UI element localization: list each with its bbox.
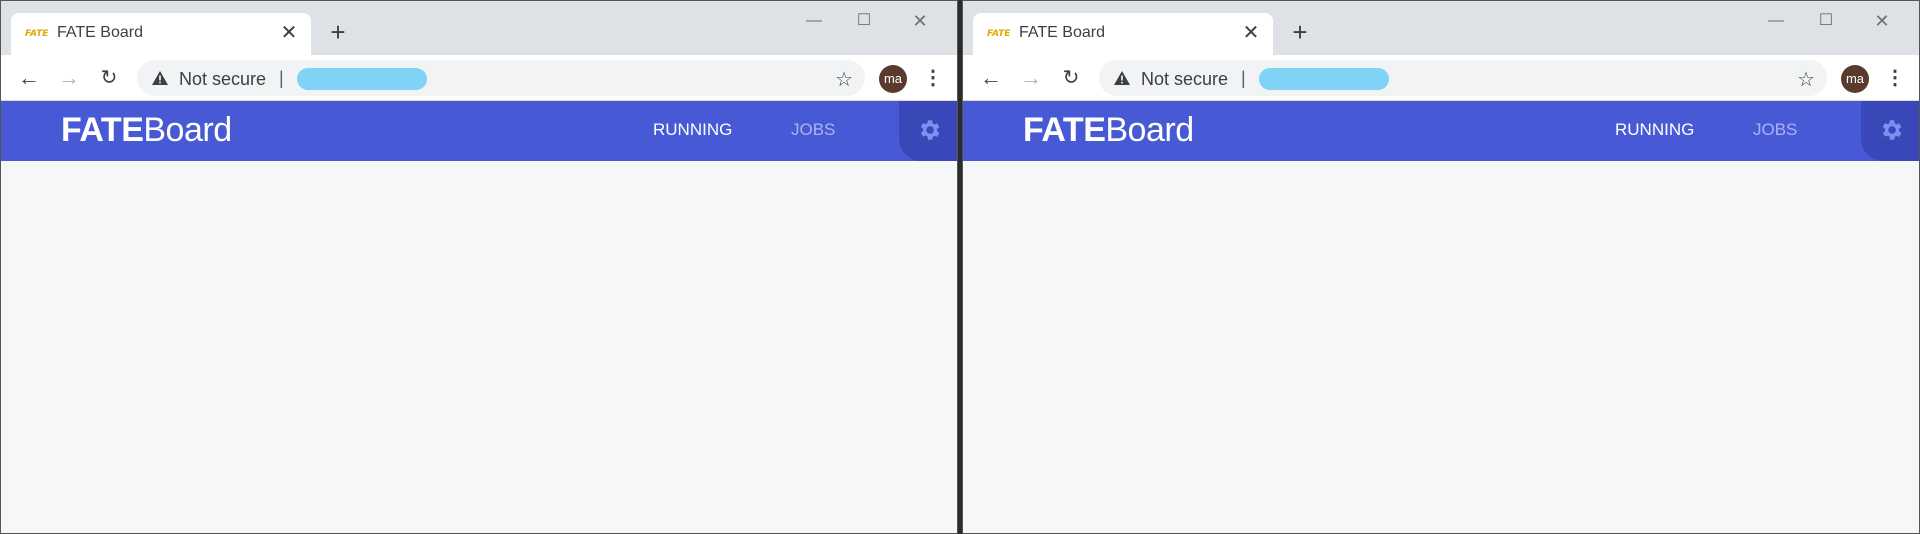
reload-icon[interactable]: ↻ [95,64,123,92]
minimize-icon[interactable]: — [791,9,837,33]
url-separator: | [1241,68,1246,88]
gear-icon [920,120,940,140]
tab-title: FATE Board [1019,24,1105,41]
nav-jobs[interactable]: JOBS [791,120,835,140]
minimize-icon[interactable]: — [1753,9,1799,33]
browser-window-left: FATE FATE Board ✕ + — ☐ ✕ ← → ↻ Not secu… [0,0,958,534]
browser-toolbar: ← → ↻ Not secure | ☆ ma ⋮ [1,55,957,101]
maximize-icon[interactable]: ☐ [841,9,887,33]
fateboard-logo[interactable]: FATEBoard [61,111,232,150]
reload-icon[interactable]: ↻ [1057,64,1085,92]
fate-favicon-icon: FATE [25,29,49,39]
settings-button[interactable] [1861,101,1919,161]
security-label[interactable]: Not secure [179,69,266,90]
kebab-menu-icon[interactable]: ⋮ [1885,64,1905,92]
star-icon[interactable]: ☆ [835,67,853,92]
avatar[interactable]: ma [1841,65,1869,93]
app-header: FATEBoard RUNNING JOBS [1,101,957,161]
browser-tab[interactable]: FATE FATE Board ✕ [973,13,1273,55]
gear-icon [1882,120,1902,140]
avatar[interactable]: ma [879,65,907,93]
tab-title: FATE Board [57,24,143,41]
close-icon[interactable]: ✕ [1239,21,1263,45]
browser-tab[interactable]: FATE FATE Board ✕ [11,13,311,55]
back-arrow-icon[interactable]: ← [15,64,43,92]
forward-arrow-icon[interactable]: → [1017,64,1045,92]
fateboard-logo[interactable]: FATEBoard [1023,111,1194,150]
nav-jobs[interactable]: JOBS [1753,120,1797,140]
warning-icon [152,71,168,85]
address-bar[interactable]: Not secure | ☆ [137,60,865,96]
url-separator: | [279,68,284,88]
kebab-menu-icon[interactable]: ⋮ [923,64,943,92]
browser-toolbar: ← → ↻ Not secure | ☆ ma ⋮ [963,55,1919,101]
app-header: FATEBoard RUNNING JOBS [963,101,1919,161]
logo-rest: Board [143,111,232,149]
logo-strong: FATE [1023,111,1106,149]
tab-strip: FATE FATE Board ✕ + — ☐ ✕ [963,1,1919,55]
settings-button[interactable] [899,101,957,161]
address-bar[interactable]: Not secure | ☆ [1099,60,1827,96]
page-content [963,161,1919,533]
close-icon[interactable]: ✕ [277,21,301,45]
tab-strip: FATE FATE Board ✕ + — ☐ ✕ [1,1,957,55]
warning-icon [1114,71,1130,85]
desktop: FATE FATE Board ✕ + — ☐ ✕ ← → ↻ Not secu… [0,0,1920,534]
security-label[interactable]: Not secure [1141,69,1228,90]
fate-favicon-icon: FATE [987,29,1011,39]
plus-icon[interactable]: + [1285,17,1315,47]
nav-running[interactable]: RUNNING [653,120,732,140]
back-arrow-icon[interactable]: ← [977,64,1005,92]
browser-window-right: FATE FATE Board ✕ + — ☐ ✕ ← → ↻ Not secu… [962,0,1920,534]
forward-arrow-icon[interactable]: → [55,64,83,92]
logo-rest: Board [1105,111,1194,149]
redacted-url [1259,68,1389,90]
nav-running[interactable]: RUNNING [1615,120,1694,140]
maximize-icon[interactable]: ☐ [1803,9,1849,33]
star-icon[interactable]: ☆ [1797,67,1815,92]
plus-icon[interactable]: + [323,17,353,47]
window-close-icon[interactable]: ✕ [1859,9,1905,33]
logo-strong: FATE [61,111,144,149]
redacted-url [297,68,427,90]
page-content [1,161,957,533]
window-close-icon[interactable]: ✕ [897,9,943,33]
